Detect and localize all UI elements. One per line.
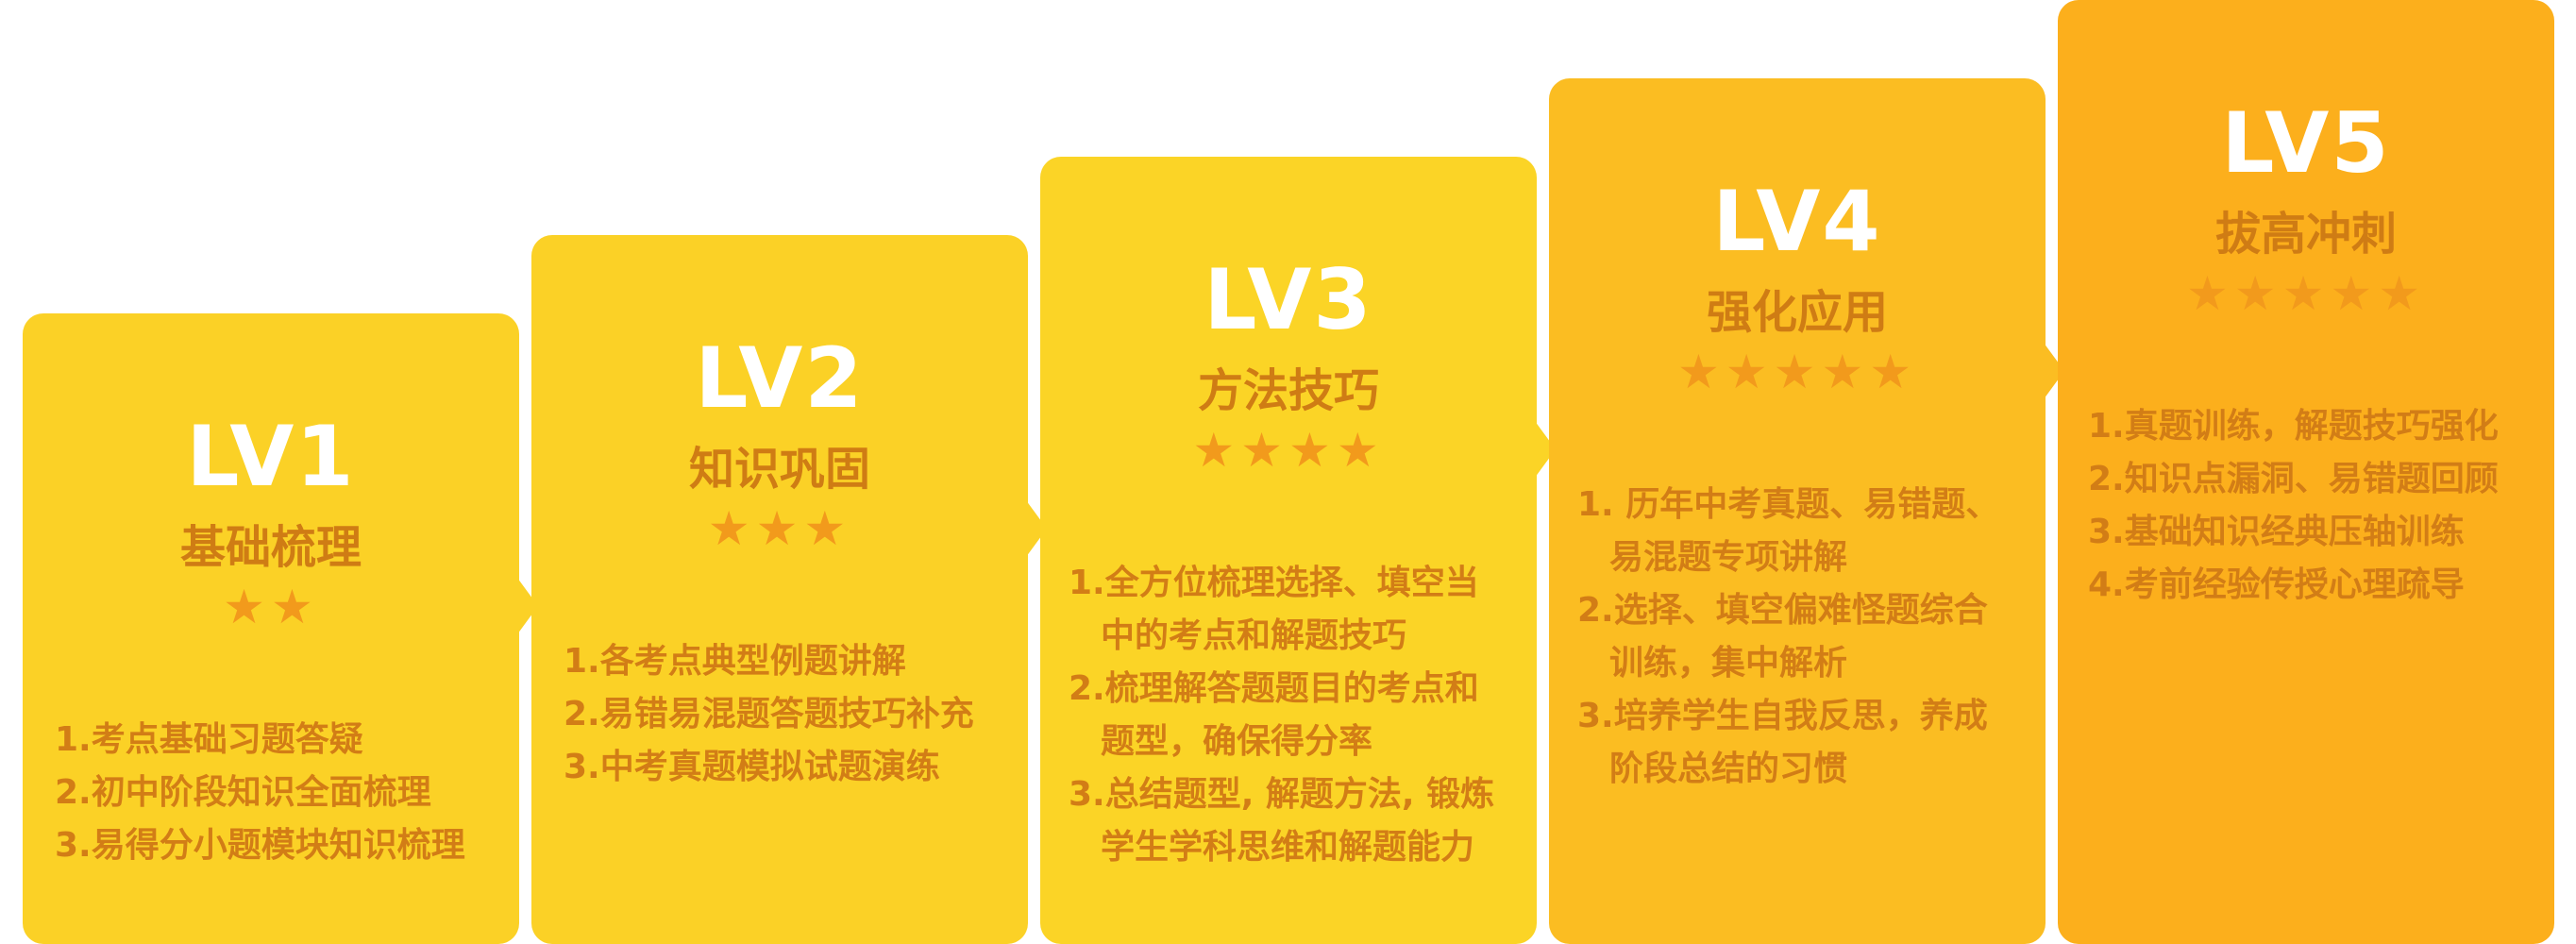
list-item: 3.中考真题模拟试题演练 [564, 748, 940, 786]
level-item-list: 1. 历年中考真题、易错题、 易混题专项讲解 2.选择、填空偏难怪题综合 训练，集中… [1577, 479, 1999, 796]
list-item: 3.培养学生自我反思，养成 阶段总结的习惯 [1577, 697, 1988, 788]
list-item: 1. 历年中考真题、易错题、 易混题专项讲解 [1577, 485, 2000, 577]
level-label: LV2 [695, 329, 865, 427]
list-item: 2.梳理解答题题目的考点和 题型，确保得分率 [1069, 669, 1479, 761]
list-item: 3.基础知识经典压轴训练 [2088, 513, 2465, 551]
star-rating-icon: ★★★★ [1192, 423, 1385, 478]
level-item-list: 1.各考点典型例题讲解 2.易错易混题答题技巧补充 3.中考真题模拟试题演练 [564, 635, 974, 794]
level-item-list: 1.全方位梳理选择、填空当 中的考点和解题技巧 2.梳理解答题题目的考点和 题型，确… [1069, 557, 1494, 874]
list-item: 1.真题训练，解题技巧强化 [2088, 407, 2499, 446]
level-label: LV4 [1712, 173, 1882, 270]
star-rating-icon: ★★★★★ [1676, 345, 1918, 399]
level-subtitle: 强化应用 [1706, 286, 1888, 339]
list-item: 4.考前经验传授心理疏导 [2088, 565, 2465, 604]
level-label: LV5 [2221, 94, 2391, 192]
level-item-list: 1.真题训练，解题技巧强化 2.知识点漏洞、易错题回顾 3.基础知识经典压轴训练… [2088, 400, 2499, 612]
list-item: 2.知识点漏洞、易错题回顾 [2088, 460, 2499, 498]
list-item: 1.考点基础习题答疑 [55, 720, 363, 759]
list-item: 2.初中阶段知识全面梳理 [55, 773, 431, 812]
list-item: 1.全方位梳理选择、填空当 中的考点和解题技巧 [1069, 564, 1479, 655]
list-item: 1.各考点典型例题讲解 [564, 642, 906, 681]
list-item: 3.易得分小题模块知识梳理 [55, 826, 465, 865]
level-subtitle: 拔高冲刺 [2214, 208, 2397, 261]
level-card-2: LV2 知识巩固 ★★★ 1.各考点典型例题讲解 2.易错易混题答题技巧补充 3… [531, 235, 1028, 944]
level-label: LV3 [1204, 251, 1373, 348]
level-card-5: LV5 拔高冲刺 ★★★★★ 1.真题训练，解题技巧强化 2.知识点漏洞、易错题… [2058, 0, 2554, 944]
level-label: LV1 [186, 408, 356, 505]
level-subtitle: 方法技巧 [1197, 364, 1379, 417]
level-subtitle: 基础梳理 [179, 521, 362, 574]
star-rating-icon: ★★★★★ [2185, 266, 2427, 321]
level-card-3: LV3 方法技巧 ★★★★ 1.全方位梳理选择、填空当 中的考点和解题技巧 2.梳… [1040, 157, 1537, 944]
list-item: 2.选择、填空偏难怪题综合 训练，集中解析 [1577, 591, 1988, 683]
list-item: 2.易错易混题答题技巧补充 [564, 695, 974, 733]
level-card-1: LV1 基础梳理 ★★ 1.考点基础习题答疑 2.初中阶段知识全面梳理 3.易得… [23, 313, 519, 944]
level-item-list: 1.考点基础习题答疑 2.初中阶段知识全面梳理 3.易得分小题模块知识梳理 [55, 714, 465, 872]
list-item: 3.总结题型, 解题方法, 锻炼 学生学科思维和解题能力 [1069, 775, 1495, 867]
star-rating-icon: ★★★ [707, 501, 852, 556]
level-card-4: LV4 强化应用 ★★★★★ 1. 历年中考真题、易错题、 易混题专项讲解 2.选… [1549, 78, 2046, 944]
level-subtitle: 知识巩固 [688, 443, 870, 496]
star-rating-icon: ★★ [223, 580, 319, 634]
